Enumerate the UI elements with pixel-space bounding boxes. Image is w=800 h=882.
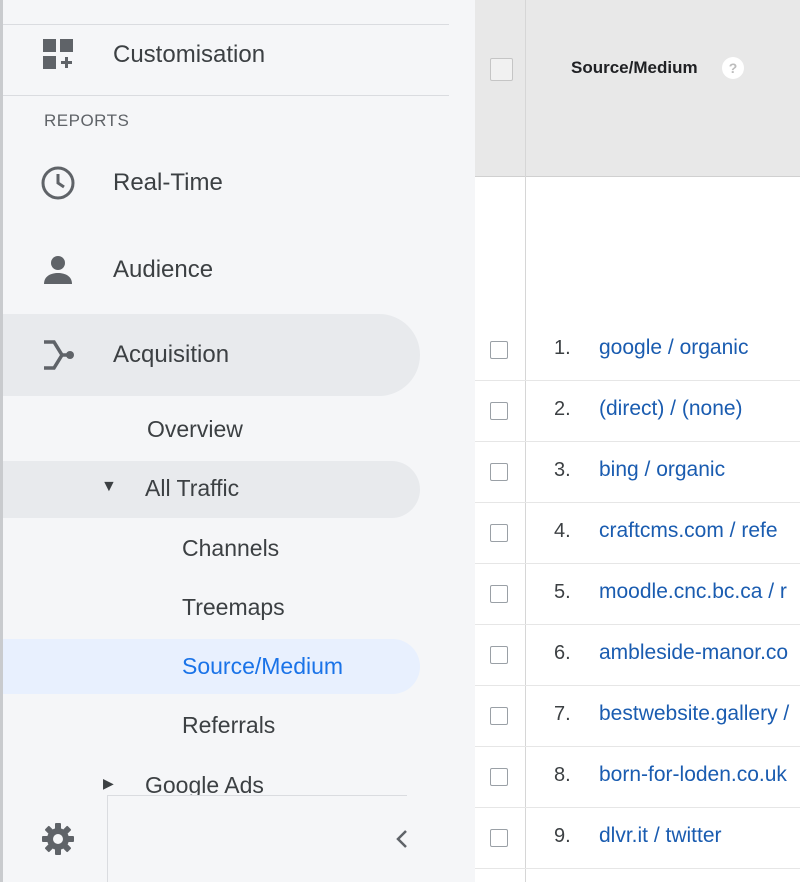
- help-icon[interactable]: ?: [722, 57, 744, 79]
- row-number: 9.: [554, 825, 571, 847]
- sidebar-footer: [3, 795, 475, 882]
- sidebar-item-treemaps[interactable]: Treemaps: [182, 594, 285, 621]
- table-row: 8. born-for-loden.co.uk: [475, 747, 800, 808]
- source-medium-link[interactable]: moodle.cnc.bc.ca / r: [599, 580, 787, 604]
- row-number: 5.: [554, 581, 571, 603]
- row-number: 4.: [554, 520, 571, 542]
- table-row: 7. bestwebsite.gallery /: [475, 686, 800, 747]
- sidebar-item-label: Audience: [113, 256, 214, 283]
- source-medium-link[interactable]: craftcms.com / refe: [599, 519, 778, 543]
- divider: [107, 795, 407, 796]
- acquisition-icon: [40, 337, 76, 373]
- source-medium-link[interactable]: bestwebsite.gallery /: [599, 702, 789, 726]
- sidebar-item-label: All Traffic: [145, 475, 240, 501]
- row-checkbox[interactable]: [490, 829, 508, 847]
- caret-down-icon: ▼: [101, 478, 117, 495]
- source-medium-link[interactable]: bing / organic: [599, 458, 725, 482]
- table-row: 5. moodle.cnc.bc.ca / r: [475, 564, 800, 625]
- row-checkbox[interactable]: [490, 402, 508, 420]
- table-row: 3. bing / organic: [475, 442, 800, 503]
- row-checkbox[interactable]: [490, 768, 508, 786]
- row-checkbox[interactable]: [490, 707, 508, 725]
- row-checkbox[interactable]: [490, 463, 508, 481]
- sidebar-item-referrals[interactable]: Referrals: [182, 712, 275, 739]
- clock-icon: [40, 165, 76, 201]
- sidebar-item-source-medium[interactable]: Source/Medium: [3, 639, 420, 694]
- row-checkbox[interactable]: [490, 646, 508, 664]
- divider: [3, 95, 449, 96]
- report-table: Source/Medium ? 1. google / organic 2. (…: [475, 0, 800, 882]
- divider: [107, 795, 108, 882]
- row-checkbox[interactable]: [490, 341, 508, 359]
- table-row: 6. ambleside-manor.co: [475, 625, 800, 686]
- caret-right-icon: ▶: [103, 775, 114, 791]
- row-number: 3.: [554, 459, 571, 481]
- row-number: 6.: [554, 642, 571, 664]
- source-medium-link[interactable]: (direct) / (none): [599, 397, 743, 421]
- sidebar-item-acquisition[interactable]: Acquisition: [3, 314, 420, 396]
- table-row: 2. (direct) / (none): [475, 381, 800, 442]
- source-medium-link[interactable]: dlvr.it / twitter: [599, 824, 722, 848]
- sidebar-item-label: Customisation: [113, 41, 266, 68]
- table-header: Source/Medium ?: [475, 0, 800, 177]
- sidebar: Customisation REPORTS Real-Time Audience: [0, 0, 475, 882]
- sidebar-item-overview[interactable]: Overview: [147, 416, 243, 443]
- sidebar-item-customisation[interactable]: Customisation: [3, 25, 449, 95]
- sidebar-item-channels[interactable]: Channels: [182, 535, 279, 562]
- gear-icon[interactable]: [40, 821, 76, 857]
- table-row: 9. dlvr.it / twitter: [475, 808, 800, 869]
- sidebar-item-label: Real-Time: [113, 169, 223, 196]
- table-row: 1. google / organic: [475, 320, 800, 381]
- source-medium-link[interactable]: ambleside-manor.co: [599, 641, 788, 665]
- sidebar-item-audience[interactable]: Audience: [3, 229, 423, 311]
- row-number: 1.: [554, 337, 571, 359]
- table-row: 4. craftcms.com / refe: [475, 503, 800, 564]
- source-medium-link[interactable]: google / organic: [599, 336, 748, 360]
- source-medium-link[interactable]: born-for-loden.co.uk: [599, 763, 787, 787]
- person-icon: [40, 252, 76, 288]
- sidebar-item-real-time[interactable]: Real-Time: [3, 142, 423, 224]
- row-checkbox[interactable]: [490, 585, 508, 603]
- column-header-source-medium[interactable]: Source/Medium: [571, 58, 698, 78]
- row-checkbox[interactable]: [490, 524, 508, 542]
- sidebar-item-all-traffic[interactable]: ▼ All Traffic: [3, 461, 420, 518]
- row-number: 8.: [554, 764, 571, 786]
- dashboard-add-icon: [40, 36, 76, 72]
- sidebar-item-label: Acquisition: [113, 341, 230, 368]
- reports-heading: REPORTS: [44, 111, 130, 130]
- select-all-checkbox[interactable]: [490, 58, 513, 81]
- sidebar-item-label: Source/Medium: [182, 653, 344, 679]
- row-number: 2.: [554, 398, 571, 420]
- chevron-left-icon[interactable]: [385, 821, 421, 857]
- row-number: 7.: [554, 703, 571, 725]
